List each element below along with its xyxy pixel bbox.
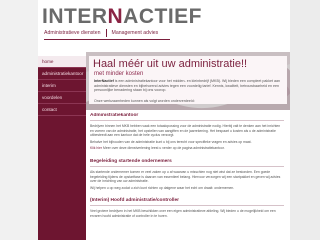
hero-intro-lead: InterNactief — [94, 79, 114, 83]
nav-item-voordelen[interactable]: voordelen — [38, 92, 86, 104]
section-title: (Interim) Hoofd administratie/controller — [90, 198, 180, 204]
section-divider — [90, 205, 284, 207]
logo-part-2: N — [107, 5, 124, 28]
hero-intro: InterNactief is een administratiekantoor… — [94, 79, 280, 93]
read-more-link[interactable]: Klik hier — [90, 146, 102, 150]
page: INTERNACTIEF Administratieve diensten Ma… — [38, 0, 290, 240]
section-divider — [90, 165, 284, 167]
hero-title: Haal méér uit uw administratie!! — [93, 58, 248, 70]
sidebar-nav: home administratiekantoor interim voorde… — [38, 56, 86, 240]
section-administratiekantoor: Administratiekantoor Bedrijven binnen he… — [90, 113, 284, 151]
tagline-left: Administratieve diensten — [44, 30, 101, 36]
section-paragraph: Veel grotere bedrijven in het MKB beschi… — [90, 209, 276, 218]
hero-panel: Haal méér uit uw administratie!! met min… — [89, 56, 287, 104]
logo-underline — [44, 39, 170, 40]
section-interim: (Interim) Hoofd administratie/controller… — [90, 198, 284, 218]
section-title: Begeleiding startende ondernemers — [90, 158, 172, 164]
section-startende-ondernemers: Begeleiding startende ondernemers Als st… — [90, 159, 284, 190]
logo-tagline: Administratieve diensten Management advi… — [44, 28, 158, 38]
logo[interactable]: INTERNACTIEF — [42, 5, 202, 29]
hero-banner: Haal méér uit uw administratie!! met min… — [86, 52, 290, 110]
section-paragraph-text: Meer over deze dienstverlening leest u v… — [103, 146, 225, 151]
logo-part-3: ACTIEF — [123, 5, 202, 28]
nav-item-contact[interactable]: contact — [38, 104, 86, 116]
hero-note: Onze werkzaamheden kunnen als volgt word… — [94, 99, 195, 103]
section-divider — [90, 120, 284, 121]
right-margin — [290, 0, 320, 240]
logo-part-1: INTER — [42, 5, 108, 28]
main-content: Administratiekantoor Bedrijven binnen he… — [90, 113, 284, 240]
section-paragraph: Als startende ondernemer komen er veel z… — [90, 169, 281, 184]
section-paragraph: Klik hier Meer over deze dienstverlening… — [90, 146, 284, 151]
header: INTERNACTIEF Administratieve diensten Ma… — [38, 0, 290, 52]
section-title: Administratiekantoor — [90, 113, 139, 118]
section-paragraph: Bedrijven binnen het MKB hebben vaak een… — [90, 124, 281, 138]
hero-intro-text: is een administratiekantoor voor het mid… — [94, 79, 280, 93]
nav-item-interim[interactable]: interim — [38, 80, 86, 92]
section-paragraph: Wij helpen u op weg zodat u zich kunt ri… — [90, 185, 235, 190]
tagline-divider — [105, 29, 107, 37]
tagline-right: Management advies — [111, 30, 159, 36]
hero-subtitle: met minder kosten — [94, 71, 144, 77]
nav-item-administratiekantoor[interactable]: administratiekantoor — [38, 68, 86, 80]
nav-item-home[interactable]: home — [38, 56, 86, 68]
section-paragraph: Behalve het bijhouden van de administrat… — [90, 139, 252, 144]
